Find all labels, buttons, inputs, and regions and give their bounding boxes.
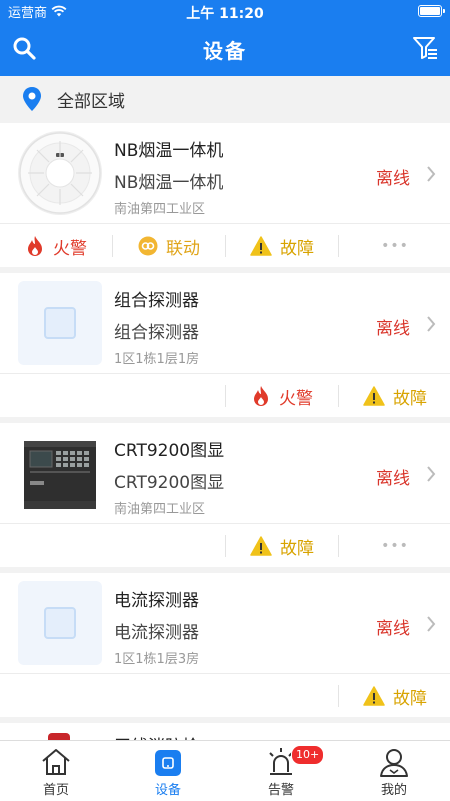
device-location: 1区1栋1层1房: [114, 352, 200, 367]
device-location: 南油第四工业区: [114, 502, 206, 517]
linkage-button[interactable]: 联动: [113, 224, 225, 268]
tab-devices-label: 设备: [154, 783, 181, 798]
device-status: 离线: [376, 619, 410, 639]
fault-button[interactable]: 故障: [339, 374, 450, 418]
warning-icon: [363, 686, 385, 706]
device-location: 1区1栋1层3房: [114, 652, 200, 667]
warning-icon: [250, 536, 272, 556]
device-card-main[interactable]: 组合探测器 组合探测器 1区1栋1层1房 离线: [0, 273, 450, 373]
tab-profile-label: 我的: [380, 783, 407, 798]
navbar: 设备: [0, 22, 450, 76]
device-card-main[interactable]: NB烟温一体机 NB烟温一体机 南油第四工业区 离线: [0, 123, 450, 223]
device-card-main[interactable]: CRT9200图显 CRT9200图显 南油第四工业区 离线: [0, 423, 450, 523]
tab-bar: 首页 设备 10+ 告警 我的: [0, 740, 450, 801]
fault-label: 故障: [280, 238, 314, 259]
chevron-right-icon: [427, 166, 436, 182]
alarm-count-badge: 10+: [291, 745, 325, 765]
region-selector[interactable]: 全部区域: [0, 76, 450, 122]
fire-alarm-label: 火警: [279, 388, 313, 409]
hydrant-image: [48, 733, 70, 740]
device-card: CRT9200图显 CRT9200图显 南油第四工业区 离线 故障 •••: [0, 423, 450, 567]
battery-icon: [418, 5, 445, 17]
flame-icon: [28, 236, 42, 256]
device-location: 南油第四工业区: [114, 202, 206, 217]
device-card: NB烟温一体机 NB烟温一体机 南油第四工业区 离线 火警 联动 故障 •••: [0, 123, 450, 267]
fault-button[interactable]: 故障: [226, 524, 338, 568]
device-status: 离线: [376, 469, 410, 489]
device-placeholder-image: [18, 581, 102, 665]
crt-panel-image: [18, 431, 102, 515]
chevron-right-icon: [427, 616, 436, 632]
fault-label: 故障: [393, 688, 427, 709]
more-button[interactable]: •••: [339, 524, 450, 568]
fire-alarm-label: 火警: [53, 238, 87, 259]
filter-icon[interactable]: [412, 35, 438, 61]
device-card: 组合探测器 组合探测器 1区1栋1层1房 离线 火警 故障: [0, 273, 450, 417]
tab-devices[interactable]: 设备: [112, 741, 224, 801]
device-status: 离线: [376, 319, 410, 339]
warning-icon: [250, 236, 272, 256]
fault-label: 故障: [280, 538, 314, 559]
device-subname: CRT9200图显: [114, 473, 225, 493]
home-icon: [42, 749, 70, 775]
device-subname: 电流探测器: [114, 623, 199, 643]
chevron-right-icon: [427, 466, 436, 482]
device-card-main[interactable]: 电流探测器 电流探测器 1区1栋1层3房 离线: [0, 573, 450, 673]
fire-alarm-button[interactable]: 火警: [226, 374, 338, 418]
user-icon: [380, 749, 408, 777]
linkage-label: 联动: [166, 238, 200, 259]
device-actions: 火警 联动 故障 •••: [0, 223, 450, 267]
tab-home-label: 首页: [42, 783, 69, 798]
device-name: NB烟温一体机: [114, 141, 224, 161]
fire-alarm-button[interactable]: 火警: [0, 224, 112, 268]
search-icon[interactable]: [12, 36, 36, 60]
fault-label: 故障: [393, 388, 427, 409]
smoke-detector-icon: [19, 132, 101, 214]
page-title: 设备: [203, 38, 247, 63]
more-icon: •••: [381, 238, 409, 254]
tab-alarms[interactable]: 10+ 告警: [225, 741, 337, 801]
status-bar: 运营商 上午 11:20: [0, 0, 450, 22]
device-placeholder-image: [18, 281, 102, 365]
region-label: 全部区域: [57, 91, 125, 112]
link-icon: [138, 236, 158, 256]
fault-button[interactable]: 故障: [226, 224, 338, 268]
warning-icon: [363, 386, 385, 406]
location-pin-icon: [23, 87, 41, 111]
tab-home[interactable]: 首页: [0, 741, 112, 801]
more-icon: •••: [381, 538, 409, 554]
fault-button[interactable]: 故障: [339, 674, 450, 718]
device-icon: [155, 750, 181, 776]
device-card[interactable]: 无线消防栓: [0, 723, 450, 740]
flame-icon: [254, 386, 268, 406]
top-header: 运营商 上午 11:20 设备: [0, 0, 450, 76]
tab-profile[interactable]: 我的: [338, 741, 450, 801]
device-card: 电流探测器 电流探测器 1区1栋1层3房 离线 故障: [0, 573, 450, 717]
device-actions: 火警 故障: [0, 373, 450, 417]
smoke-detector-image: [18, 131, 102, 215]
device-name: 组合探测器: [114, 291, 199, 311]
device-subname: 组合探测器: [114, 323, 199, 343]
device-name: 无线消防栓: [114, 732, 199, 740]
device-subname: NB烟温一体机: [114, 173, 224, 193]
device-name: CRT9200图显: [114, 441, 225, 461]
status-time: 上午 11:20: [186, 6, 264, 22]
chevron-right-icon: [427, 316, 436, 332]
device-status: 离线: [376, 169, 410, 189]
control-panel-icon: [24, 441, 96, 509]
device-name: 电流探测器: [114, 591, 199, 611]
more-button[interactable]: •••: [339, 224, 450, 268]
device-actions: 故障 •••: [0, 523, 450, 567]
device-actions: 故障: [0, 673, 450, 717]
tab-alarms-label: 告警: [267, 783, 294, 798]
